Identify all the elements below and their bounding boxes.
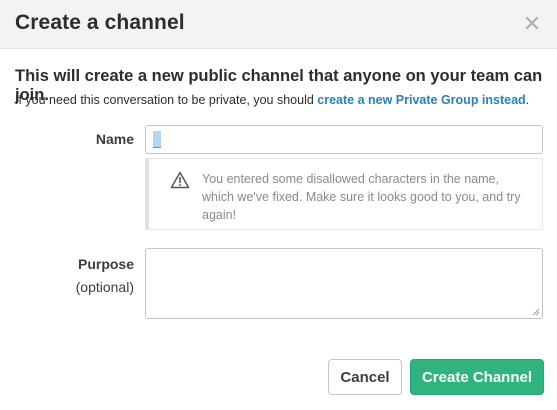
dialog-title: Create a channel bbox=[15, 11, 185, 34]
warning-message: You entered some disallowed characters i… bbox=[145, 158, 543, 230]
intro-subtext-suffix: . bbox=[525, 93, 530, 107]
purpose-label: Purpose bbox=[77, 256, 134, 272]
name-input[interactable] bbox=[145, 125, 543, 154]
private-group-link[interactable]: create a new Private Group instead bbox=[317, 93, 525, 107]
text-cursor bbox=[153, 131, 161, 148]
dialog-header: Create a channel bbox=[0, 0, 557, 49]
cancel-button[interactable]: Cancel bbox=[328, 359, 402, 395]
intro-subtext: If you need this conversation to be priv… bbox=[15, 93, 529, 107]
create-channel-button[interactable]: Create Channel bbox=[410, 359, 544, 395]
purpose-input[interactable] bbox=[145, 248, 543, 319]
purpose-optional-label: (optional) bbox=[75, 279, 134, 295]
warning-text: You entered some disallowed characters i… bbox=[202, 172, 521, 222]
close-button[interactable] bbox=[521, 12, 543, 34]
close-icon bbox=[525, 16, 539, 30]
resize-grip-icon[interactable] bbox=[532, 308, 540, 316]
name-label: Name bbox=[95, 131, 134, 147]
warning-triangle-icon bbox=[170, 171, 190, 189]
intro-subtext-prefix: If you need this conversation to be priv… bbox=[15, 93, 318, 107]
